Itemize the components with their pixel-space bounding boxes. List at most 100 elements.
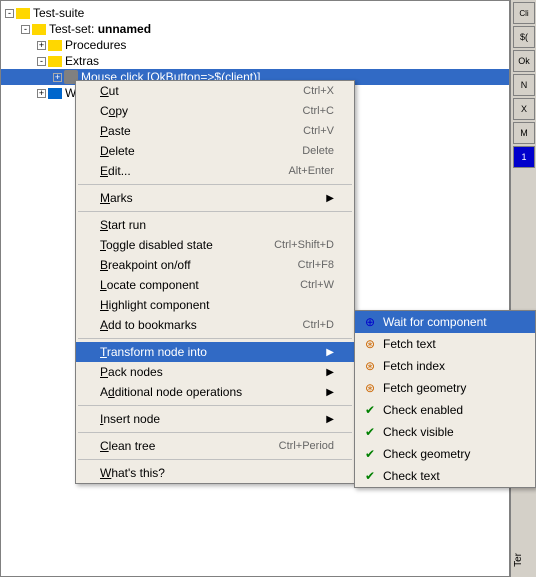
menu-label-start-run: Start run	[100, 218, 146, 232]
menu-item-highlight[interactable]: Highlight component	[76, 295, 354, 315]
menu-item-marks[interactable]: Marks ▶	[76, 188, 354, 208]
tree-item-procedures[interactable]: + Procedures	[1, 37, 509, 53]
menu-label-breakpoint: Breakpoint on/off	[100, 258, 191, 272]
shortcut-bookmarks: Ctrl+D	[303, 319, 334, 331]
menu-item-cut[interactable]: Cut Ctrl+X	[76, 81, 354, 101]
separator-6	[78, 459, 352, 460]
menu-item-whats-this[interactable]: What's this?	[76, 463, 354, 483]
menu-item-locate[interactable]: Locate component Ctrl+W	[76, 275, 354, 295]
menu-label-transform: Transform node into	[100, 345, 207, 359]
submenu-label: Check visible	[383, 425, 454, 439]
menu-item-delete[interactable]: Delete Delete	[76, 141, 354, 161]
menu-label-paste: Paste	[100, 124, 131, 138]
shortcut-copy: Ctrl+C	[303, 105, 334, 117]
menu-item-copy[interactable]: Copy Ctrl+C	[76, 101, 354, 121]
submenu-label: Wait for component	[383, 315, 487, 329]
expand-icon[interactable]: +	[37, 41, 46, 50]
wait-icon: ⊕	[361, 314, 379, 330]
menu-label-additional: Additional node operations	[100, 385, 242, 399]
tree-label: Test-set: unnamed	[49, 22, 151, 36]
submenu-label: Check geometry	[383, 447, 470, 461]
folder-icon	[48, 40, 62, 51]
shortcut-locate: Ctrl+W	[300, 279, 334, 291]
menu-label-delete: Delete	[100, 144, 135, 158]
submenu-item-fetch-text[interactable]: ⊛ Fetch text	[355, 333, 535, 355]
shortcut-toggle-disabled: Ctrl+Shift+D	[274, 239, 334, 251]
menu-label-copy: Copy	[100, 104, 128, 118]
menu-label-insert: Insert node	[100, 412, 160, 426]
submenu-label: Fetch text	[383, 337, 436, 351]
right-panel: Cli $( Ok N X M 1 Ter	[510, 0, 536, 577]
expand-icon[interactable]: -	[21, 25, 30, 34]
menu-label-whats-this: What's this?	[100, 466, 165, 480]
shortcut-paste: Ctrl+V	[303, 125, 334, 137]
submenu-item-wait-for-component[interactable]: ⊕ Wait for component	[355, 311, 535, 333]
right-btn-x[interactable]: X	[513, 98, 535, 120]
folder-icon	[32, 24, 46, 35]
menu-item-insert[interactable]: Insert node ▶	[76, 409, 354, 429]
tree-item-test-suite[interactable]: - Test-suite	[1, 5, 509, 21]
separator-5	[78, 432, 352, 433]
submenu-label: Fetch index	[383, 359, 445, 373]
win-icon	[48, 88, 62, 99]
right-btn-cli[interactable]: Cli	[513, 2, 535, 24]
menu-item-clean-tree[interactable]: Clean tree Ctrl+Period	[76, 436, 354, 456]
submenu-arrow-pack: ▶	[326, 367, 334, 378]
submenu-label: Fetch geometry	[383, 381, 466, 395]
menu-item-start-run[interactable]: Start run	[76, 215, 354, 235]
expand-icon[interactable]: -	[5, 9, 14, 18]
submenu-item-fetch-geometry[interactable]: ⊛ Fetch geometry	[355, 377, 535, 399]
separator-3	[78, 338, 352, 339]
submenu-item-check-visible[interactable]: ✔ Check visible	[355, 421, 535, 443]
submenu-label: Check enabled	[383, 403, 463, 417]
terminal-label: Ter	[513, 553, 534, 567]
submenu-item-check-geometry[interactable]: ✔ Check geometry	[355, 443, 535, 465]
expand-icon[interactable]: +	[37, 89, 46, 98]
menu-label-pack: Pack nodes	[100, 365, 163, 379]
right-btn-m[interactable]: M	[513, 122, 535, 144]
fetch-icon: ⊛	[361, 336, 379, 352]
menu-label-cut: Cut	[100, 84, 119, 98]
submenu-item-check-enabled[interactable]: ✔ Check enabled	[355, 399, 535, 421]
separator-1	[78, 184, 352, 185]
menu-item-additional[interactable]: Additional node operations ▶	[76, 382, 354, 402]
menu-item-bookmarks[interactable]: Add to bookmarks Ctrl+D	[76, 315, 354, 335]
menu-label-highlight: Highlight component	[100, 298, 209, 312]
menu-item-edit[interactable]: Edit... Alt+Enter	[76, 161, 354, 181]
menu-label-clean-tree: Clean tree	[100, 439, 155, 453]
folder-icon	[16, 8, 30, 19]
check-icon: ✔	[361, 446, 379, 462]
check-icon: ✔	[361, 424, 379, 440]
menu-item-transform[interactable]: Transform node into ▶	[76, 342, 354, 362]
submenu-arrow-insert: ▶	[326, 414, 334, 425]
tree-label: Procedures	[65, 38, 126, 52]
submenu-transform: ⊕ Wait for component ⊛ Fetch text ⊛ Fetc…	[354, 310, 536, 488]
check-icon: ✔	[361, 468, 379, 484]
tree-item-extras[interactable]: - Extras	[1, 53, 509, 69]
menu-item-paste[interactable]: Paste Ctrl+V	[76, 121, 354, 141]
context-menu: Cut Ctrl+X Copy Ctrl+C Paste Ctrl+V Dele…	[75, 80, 355, 484]
right-btn-dollar[interactable]: $(	[513, 26, 535, 48]
submenu-item-check-text[interactable]: ✔ Check text	[355, 465, 535, 487]
right-btn-ok[interactable]: Ok	[513, 50, 535, 72]
shortcut-edit: Alt+Enter	[288, 165, 334, 177]
shortcut-breakpoint: Ctrl+F8	[298, 259, 334, 271]
menu-label-locate: Locate component	[100, 278, 199, 292]
expand-icon[interactable]: -	[37, 57, 46, 66]
check-icon: ✔	[361, 402, 379, 418]
separator-2	[78, 211, 352, 212]
expand-icon[interactable]: +	[53, 73, 62, 82]
tree-label: Extras	[65, 54, 99, 68]
submenu-label: Check text	[383, 469, 440, 483]
submenu-item-fetch-index[interactable]: ⊛ Fetch index	[355, 355, 535, 377]
right-btn-1[interactable]: 1	[513, 146, 535, 168]
menu-label-toggle-disabled: Toggle disabled state	[100, 238, 213, 252]
menu-item-pack[interactable]: Pack nodes ▶	[76, 362, 354, 382]
right-btn-n[interactable]: N	[513, 74, 535, 96]
menu-item-toggle-disabled[interactable]: Toggle disabled state Ctrl+Shift+D	[76, 235, 354, 255]
menu-item-breakpoint[interactable]: Breakpoint on/off Ctrl+F8	[76, 255, 354, 275]
tree-item-test-set[interactable]: - Test-set: unnamed	[1, 21, 509, 37]
submenu-arrow-marks: ▶	[326, 193, 334, 204]
separator-4	[78, 405, 352, 406]
folder-icon	[48, 56, 62, 67]
